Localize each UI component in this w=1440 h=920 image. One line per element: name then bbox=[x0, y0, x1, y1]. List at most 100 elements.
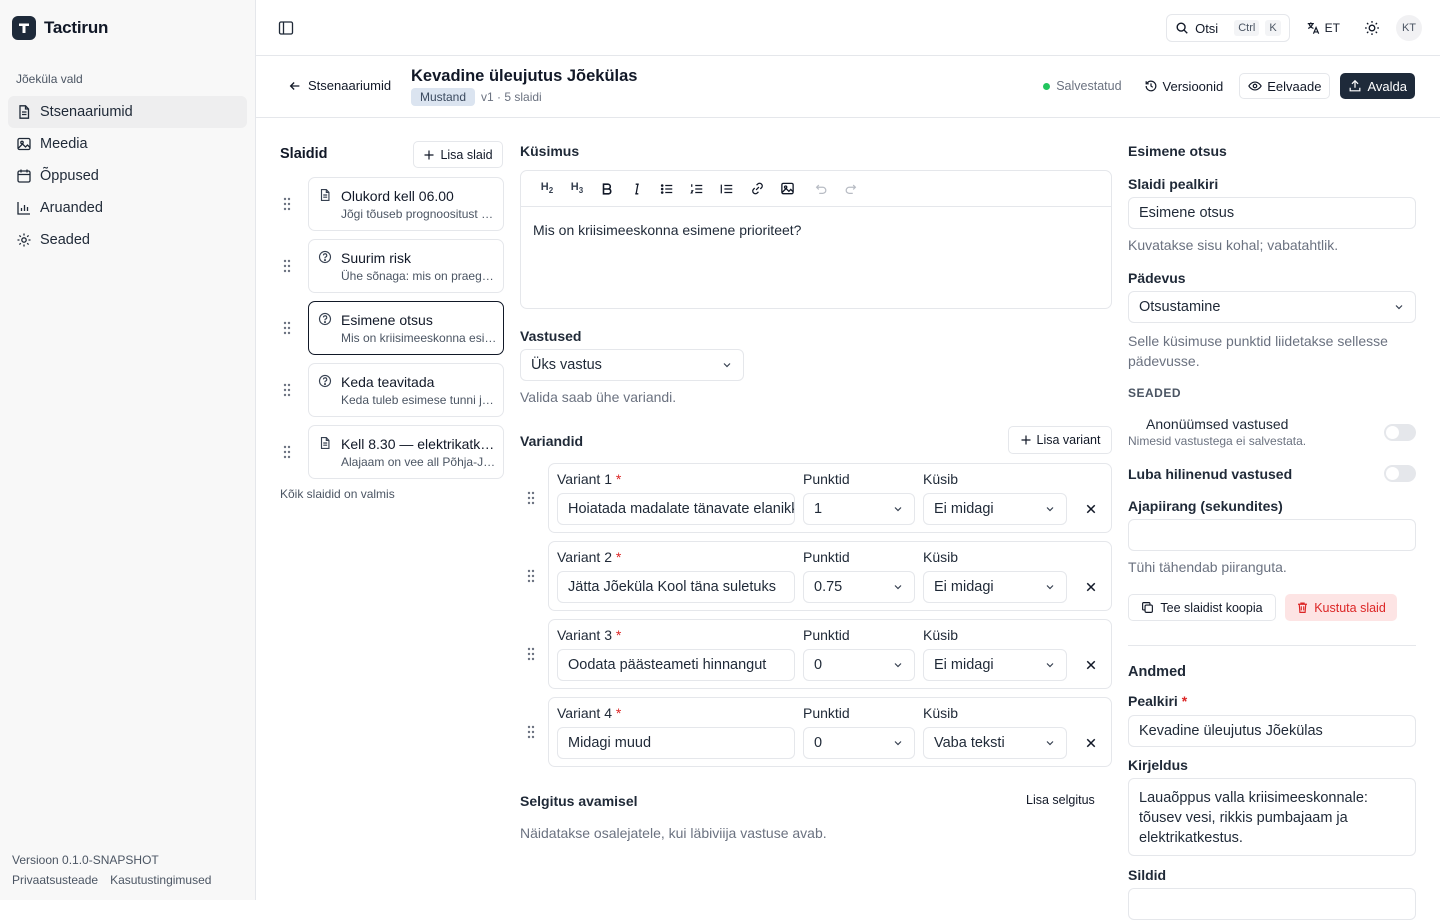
back-label: Stsenaariumid bbox=[308, 78, 392, 93]
drag-handle-icon[interactable] bbox=[526, 568, 536, 584]
link-button[interactable] bbox=[742, 176, 772, 202]
drag-handle-icon[interactable] bbox=[526, 646, 536, 662]
drag-handle-icon[interactable] bbox=[526, 724, 536, 740]
slide-card-active[interactable]: Esimene otsus Mis on kriisimeeskonna esi… bbox=[308, 301, 504, 355]
publish-label: Avalda bbox=[1367, 78, 1407, 94]
slide-card[interactable]: Keda teavitada Keda tuleb esimese tunni … bbox=[308, 363, 504, 417]
tags-input[interactable] bbox=[1128, 888, 1416, 920]
points-select[interactable]: 0.75 bbox=[803, 571, 915, 603]
sidebar-item-seaded[interactable]: Seaded bbox=[8, 224, 247, 256]
drag-handle-icon[interactable] bbox=[282, 196, 292, 212]
variant-text-input[interactable]: Jätta Jõeküla Kool täna suletuks bbox=[557, 571, 795, 603]
sidebar-item-meedia[interactable]: Meedia bbox=[8, 128, 247, 160]
chevron-down-icon bbox=[1046, 507, 1054, 512]
remove-variant-button[interactable] bbox=[1085, 503, 1097, 515]
app-logo[interactable]: Tactirun bbox=[12, 16, 108, 40]
slide-item: Olukord kell 06.00 Jõgi tõuseb prognoosi… bbox=[282, 177, 504, 231]
redo-button[interactable] bbox=[836, 176, 866, 202]
variant-text-input[interactable]: Oodata päästeameti hinnangut bbox=[557, 649, 795, 681]
explanation-help: Näidatakse osalejatele, kui läbiviija va… bbox=[520, 825, 827, 841]
drag-handle-icon[interactable] bbox=[526, 490, 536, 506]
chevron-down-icon bbox=[723, 363, 731, 368]
bold-button[interactable] bbox=[592, 176, 622, 202]
drag-handle-icon[interactable] bbox=[282, 444, 292, 460]
preview-button[interactable]: Eelvaade bbox=[1239, 73, 1331, 99]
asks-select[interactable]: Ei midagi bbox=[923, 649, 1067, 681]
points-label: Punktid bbox=[803, 549, 850, 565]
language-switcher[interactable]: ET bbox=[1298, 21, 1348, 35]
sidebar-item-oppused[interactable]: Õppused bbox=[8, 160, 247, 192]
variant-text-input[interactable]: Hoiatada madalate tänavate elanikke bbox=[557, 493, 795, 525]
tags-label: Sildid bbox=[1128, 867, 1167, 883]
remove-variant-button[interactable] bbox=[1085, 737, 1097, 749]
sidebar-item-stsenaariumid[interactable]: Stsenaariumid bbox=[8, 96, 247, 128]
asks-label: Küsib bbox=[923, 705, 959, 721]
drag-handle-icon[interactable] bbox=[282, 258, 292, 274]
asks-select[interactable]: Vaba teksti bbox=[923, 727, 1067, 759]
slide-card[interactable]: Suurim risk Ühe sõnaga: mis on praegu su… bbox=[308, 239, 504, 293]
question-text-area[interactable]: Mis on kriisimeeskonna esimene prioritee… bbox=[521, 207, 1111, 253]
document-icon bbox=[318, 188, 332, 202]
versions-button[interactable]: Versioonid bbox=[1138, 73, 1230, 99]
back-button[interactable]: Stsenaariumid bbox=[288, 78, 391, 93]
terms-link[interactable]: Kasutustingimused bbox=[110, 870, 211, 890]
slide-card[interactable]: Olukord kell 06.00 Jõgi tõuseb prognoosi… bbox=[308, 177, 504, 231]
points-select[interactable]: 0 bbox=[803, 649, 915, 681]
late-answers-toggle[interactable] bbox=[1384, 465, 1416, 482]
publish-button[interactable]: Avalda bbox=[1340, 73, 1415, 99]
heading2-icon: H2 bbox=[540, 181, 554, 196]
add-explanation-button[interactable]: Lisa selgitus bbox=[1026, 793, 1095, 807]
asks-select[interactable]: Ei midagi bbox=[923, 493, 1067, 525]
undo-icon bbox=[815, 184, 827, 194]
points-select[interactable]: 1 bbox=[803, 493, 915, 525]
slide-subtitle: Alajaam on vee all Põhja-Jõekülas bbox=[341, 455, 497, 469]
time-limit-label: Ajapiirang (sekundites) bbox=[1128, 498, 1283, 514]
insert-image-button[interactable] bbox=[772, 176, 802, 202]
time-limit-input[interactable] bbox=[1128, 519, 1416, 551]
copy-slide-label: Tee slaidist koopia bbox=[1160, 600, 1263, 615]
sidebar-item-aruanded[interactable]: Aruanded bbox=[8, 192, 247, 224]
search-button[interactable]: Otsi Ctrl K bbox=[1166, 14, 1290, 42]
blockquote-button[interactable] bbox=[712, 176, 742, 202]
answer-type-value: Üks vastus bbox=[531, 357, 602, 373]
bullet-list-button[interactable] bbox=[652, 176, 682, 202]
slide-title: Olukord kell 06.00 bbox=[341, 188, 454, 204]
remove-variant-button[interactable] bbox=[1085, 581, 1097, 593]
remove-variant-button[interactable] bbox=[1085, 659, 1097, 671]
theme-toggle-button[interactable] bbox=[1356, 20, 1388, 36]
undo-button[interactable] bbox=[806, 176, 836, 202]
save-status: Salvestatud bbox=[1043, 79, 1122, 93]
description-textarea[interactable]: Lauaõppus valla kriisimeeskonnale: tõuse… bbox=[1128, 778, 1416, 856]
asks-select[interactable]: Ei midagi bbox=[923, 571, 1067, 603]
points-select[interactable]: 0 bbox=[803, 727, 915, 759]
add-variant-button[interactable]: Lisa variant bbox=[1008, 426, 1112, 454]
copy-slide-button[interactable]: Tee slaidist koopia bbox=[1128, 594, 1276, 621]
user-avatar[interactable]: KT bbox=[1396, 15, 1422, 41]
variant-label: Variant 2 * bbox=[557, 549, 622, 565]
bullet-list-icon bbox=[660, 183, 673, 194]
points-label: Punktid bbox=[803, 627, 850, 643]
sidebar-toggle-button[interactable] bbox=[278, 20, 294, 36]
variant-text-input[interactable]: Midagi muud bbox=[557, 727, 795, 759]
slide-card[interactable]: Kell 8.30 — elektrikatkestus Alajaam on … bbox=[308, 425, 504, 479]
delete-slide-button[interactable]: Kustuta slaid bbox=[1285, 594, 1397, 621]
italic-button[interactable] bbox=[622, 176, 652, 202]
slide-title-input[interactable]: Esimene otsus bbox=[1128, 197, 1416, 229]
competence-select[interactable]: Otsustamine bbox=[1128, 291, 1416, 323]
answers-help: Valida saab ühe variandi. bbox=[520, 389, 677, 405]
drag-handle-icon[interactable] bbox=[282, 382, 292, 398]
heading2-button[interactable]: H2 bbox=[532, 176, 562, 202]
anonymous-answers-toggle[interactable] bbox=[1384, 424, 1416, 441]
question-icon bbox=[318, 312, 332, 326]
heading3-button[interactable]: H3 bbox=[562, 176, 592, 202]
drag-handle-icon[interactable] bbox=[282, 320, 292, 336]
question-label: Küsimus bbox=[520, 143, 580, 159]
scenario-title-input[interactable]: Kevadine üleujutus Jõekülas bbox=[1128, 715, 1416, 747]
explanation-label: Selgitus avamisel bbox=[520, 793, 638, 809]
privacy-link[interactable]: Privaatsusteade bbox=[12, 870, 98, 890]
add-slide-button[interactable]: Lisa slaid bbox=[413, 141, 503, 168]
ordered-list-button[interactable] bbox=[682, 176, 712, 202]
slide-title: Keda teavitada bbox=[341, 374, 435, 390]
answer-type-select[interactable]: Üks vastus bbox=[520, 349, 744, 381]
search-icon bbox=[1176, 22, 1188, 34]
